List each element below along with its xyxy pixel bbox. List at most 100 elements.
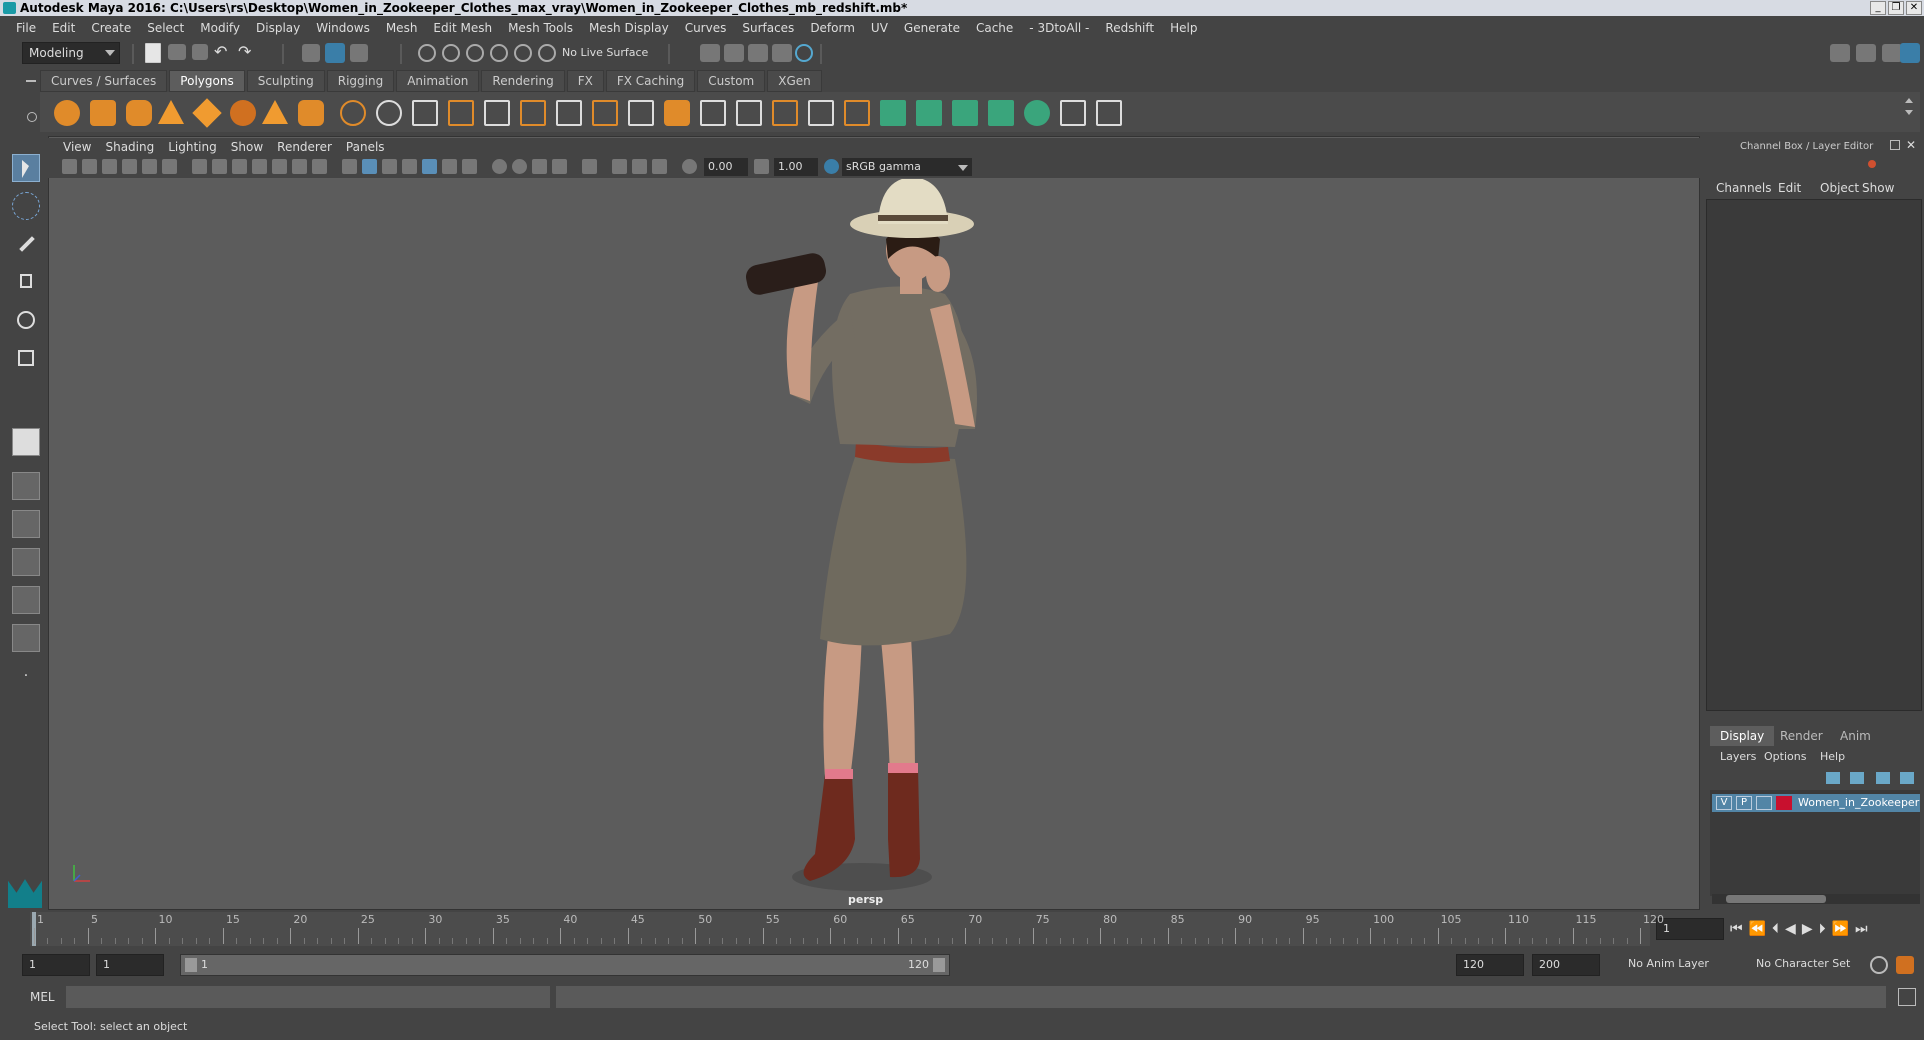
uv-cylindrical-icon[interactable] [916,100,942,126]
move-tool[interactable] [12,268,40,296]
tab-curves-surfaces[interactable]: Curves / Surfaces [40,70,168,92]
menu-set-dropdown[interactable]: Modeling [22,42,120,64]
safe-title-icon[interactable] [312,159,327,174]
channels-object-menu[interactable]: Object [1820,181,1859,195]
bookmark-icon[interactable] [102,159,117,174]
layer-move-up-icon[interactable] [1826,772,1840,784]
hypershade-layout-icon[interactable] [12,586,40,614]
auto-key-icon[interactable] [1870,956,1888,974]
render-frame-icon[interactable] [724,44,744,62]
snap-view-icon[interactable] [490,44,508,62]
poly-helix-icon[interactable] [340,100,366,126]
character-model[interactable] [50,179,1699,909]
menu-curves[interactable]: Curves [677,21,735,35]
shelf-gear-icon[interactable] [27,112,37,122]
gamma-icon[interactable] [754,159,769,174]
menu-3dtoall[interactable]: - 3DtoAll - [1021,21,1097,35]
layers-options-menu[interactable]: Options [1764,750,1806,763]
panel-menu-lighting[interactable]: Lighting [161,140,224,154]
modeling-toolkit-icon[interactable] [1830,44,1850,62]
xray-icon[interactable] [462,159,477,174]
menu-edit-mesh[interactable]: Edit Mesh [425,21,500,35]
character-set-dropdown[interactable]: No Character Set [1750,954,1870,976]
command-language[interactable]: MEL [30,990,55,1004]
select-camera-icon[interactable] [62,159,77,174]
poly-pipe-icon[interactable] [298,100,324,126]
panel-menu-panels[interactable]: Panels [339,140,392,154]
poly-soccer-icon[interactable] [376,100,402,126]
layer-row[interactable]: V P Women_in_Zookeeper [1712,794,1920,812]
layer-display-type-toggle[interactable] [1756,796,1772,810]
channels-edit-menu[interactable]: Edit [1778,181,1801,195]
four-view-layout-icon[interactable] [12,472,40,500]
exposure-field[interactable]: 0.00 [704,158,748,176]
bridge-icon[interactable] [700,100,726,126]
tab-display[interactable]: Display [1710,726,1775,746]
snap-vertex-icon[interactable] [538,44,556,62]
resolution-gate-icon[interactable] [232,159,247,174]
snap-grid-icon[interactable] [418,44,436,62]
smooth-icon[interactable] [520,100,546,126]
shelf-menu-icon[interactable] [26,80,36,82]
chevron-down-icon[interactable] [1905,110,1913,115]
uv-editor-layout-icon[interactable] [12,624,40,652]
uv-spherical-icon[interactable] [952,100,978,126]
gate-mask-icon[interactable] [252,159,267,174]
persp-outliner-layout-icon[interactable] [12,510,40,538]
panel-menu-view[interactable]: View [56,140,98,154]
tab-rendering[interactable]: Rendering [481,70,565,92]
new-layer-selected-icon[interactable] [1900,772,1914,784]
mirror-icon[interactable] [592,100,618,126]
restore-button[interactable]: ❐ [1888,1,1904,15]
paint-select-tool[interactable] [12,230,40,258]
ambient-occlusion-icon[interactable] [492,159,507,174]
range-start-handle[interactable] [185,958,197,972]
layer-scrollbar[interactable] [1712,894,1920,904]
tab-custom[interactable]: Custom [697,70,766,92]
shelf-scroll[interactable] [1904,92,1914,132]
tab-rigging[interactable]: Rigging [326,70,395,92]
use-all-lights-icon[interactable] [422,159,437,174]
tab-anim[interactable]: Anim [1830,726,1881,746]
menu-display[interactable]: Display [248,21,308,35]
render-view-icon[interactable] [700,44,720,62]
lasso-tool[interactable] [12,192,40,220]
append-icon[interactable] [772,100,798,126]
target-weld-icon[interactable] [844,100,870,126]
channels-show-menu[interactable]: Show [1862,181,1894,195]
boolean-icon[interactable] [556,100,582,126]
step-forward-frame-icon[interactable]: ⏵ [1819,921,1826,937]
step-back-frame-icon[interactable]: ⏴ [1772,921,1779,937]
menu-windows[interactable]: Windows [308,21,378,35]
safe-action-icon[interactable] [292,159,307,174]
menu-deform[interactable]: Deform [802,21,863,35]
step-forward-key-icon[interactable]: ⏩ [1832,921,1849,937]
combine-icon[interactable] [412,100,438,126]
color-management-icon[interactable] [824,159,839,174]
layers-menu[interactable]: Layers [1720,750,1756,763]
poly-cylinder-icon[interactable] [126,100,152,126]
tab-render[interactable]: Render [1770,726,1833,746]
layer-visibility-toggle[interactable]: V [1716,796,1732,810]
view-transform-dropdown[interactable]: sRGB gamma [842,158,972,176]
chevron-down-icon[interactable] [958,165,968,171]
depth-of-field-icon[interactable] [552,159,567,174]
tab-xgen[interactable]: XGen [767,70,822,92]
panel-menu-renderer[interactable]: Renderer [270,140,339,154]
wireframe-on-shaded-icon[interactable] [382,159,397,174]
poly-plane-icon[interactable] [192,98,222,128]
anti-aliasing-icon[interactable] [532,159,547,174]
fill-hole-icon[interactable] [628,100,654,126]
menu-mesh[interactable]: Mesh [378,21,426,35]
gamma-field[interactable]: 1.00 [774,158,818,176]
poly-sphere-icon[interactable] [54,100,80,126]
new-layer-icon[interactable] [1876,772,1890,784]
multi-cut-icon[interactable] [808,100,834,126]
image-plane-icon[interactable] [122,159,137,174]
snap-point-icon[interactable] [466,44,484,62]
menu-edit[interactable]: Edit [44,21,83,35]
grid-icon[interactable] [192,159,207,174]
anim-layer-dropdown[interactable]: No Anim Layer [1622,954,1742,976]
play-backward-icon[interactable]: ◀ [1785,921,1796,937]
xray-joints-icon[interactable] [612,159,627,174]
